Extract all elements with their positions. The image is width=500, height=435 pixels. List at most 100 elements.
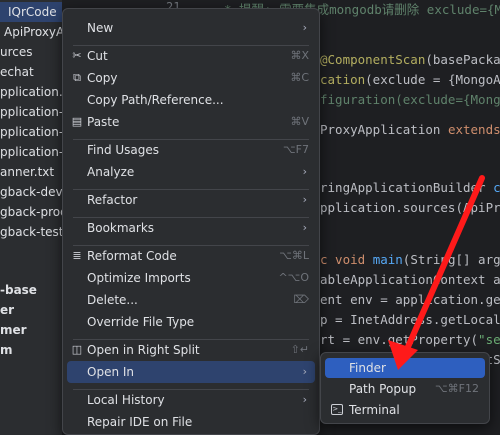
menu-cut[interactable]: ✂ Cut ⌘X bbox=[67, 45, 315, 67]
tree-item[interactable]: urces bbox=[0, 42, 33, 62]
code-token: "serve bbox=[478, 332, 500, 347]
code-token: ableApplicationContext appli bbox=[320, 272, 500, 287]
submenu-path-popup[interactable]: Path Popup ⌥⌘F12 bbox=[325, 379, 485, 399]
tree-item[interactable]: er bbox=[0, 300, 14, 320]
submenu-item-label: Finder bbox=[349, 361, 386, 375]
menu-item-label: Repair IDE on File bbox=[87, 415, 193, 429]
menu-find-usages[interactable]: Find Usages ⌥F7 bbox=[67, 139, 315, 161]
code-token: config bbox=[493, 180, 500, 195]
tree-item[interactable]: anner.txt bbox=[0, 162, 54, 182]
code-line: c void main(String[] args) t bbox=[320, 250, 500, 270]
code-token: ent env = application.getEnv bbox=[320, 292, 500, 307]
submenu-terminal[interactable]: >_ Terminal bbox=[325, 400, 485, 420]
shortcut-hint: ⌥⌘F12 bbox=[435, 382, 479, 395]
tree-item[interactable]: pplication-de bbox=[0, 102, 62, 122]
menu-item-label: Bookmarks bbox=[87, 221, 155, 235]
code-token: ProxyApplication bbox=[320, 122, 448, 137]
tree-item[interactable]: pplication.ym bbox=[0, 82, 62, 102]
menu-item-label: Open in Right Split bbox=[87, 343, 200, 357]
menu-item-label: Copy Path/Reference... bbox=[87, 93, 224, 107]
tree-item[interactable]: m bbox=[0, 340, 13, 360]
scissors-icon: ✂ bbox=[72, 49, 82, 62]
menu-copy-path[interactable]: Copy Path/Reference... bbox=[67, 89, 315, 111]
tree-item[interactable]: echat bbox=[0, 62, 34, 82]
menu-open-right-split[interactable]: ◫ Open in Right Split ⇧↵ bbox=[67, 339, 315, 361]
reformat-icon: ≣ bbox=[72, 249, 82, 262]
tree-item[interactable]: ApiProxyA bbox=[0, 22, 62, 42]
code-token: ringApplicationBuilder bbox=[320, 180, 494, 195]
chevron-right-icon: › bbox=[302, 21, 307, 34]
shortcut-hint: ⌘V bbox=[290, 115, 309, 128]
shortcut-hint: ^⌥O bbox=[278, 271, 309, 284]
chevron-right-icon: › bbox=[302, 365, 307, 378]
menu-item-label: Analyze bbox=[87, 165, 135, 179]
menu-paste[interactable]: ▤ Paste ⌘V bbox=[67, 111, 315, 133]
tree-item[interactable]: gback-test. bbox=[0, 222, 62, 242]
code-token: extends bbox=[447, 122, 500, 137]
shortcut-hint: ⇧↵ bbox=[290, 343, 309, 356]
menu-bookmarks[interactable]: Bookmarks › bbox=[67, 217, 315, 239]
code-line: ent env = application.getEnv bbox=[320, 290, 500, 310]
context-menu: New › ✂ Cut ⌘X ⧉ Copy ⌘C Copy Path/Reference... ▤… bbox=[62, 8, 320, 435]
menu-open-in[interactable]: Open In › bbox=[67, 361, 315, 383]
shortcut-hint: ⌥⌘L bbox=[279, 249, 309, 262]
chevron-right-icon: › bbox=[302, 165, 307, 178]
menu-analyze[interactable]: Analyze › bbox=[67, 161, 315, 183]
submenu-finder[interactable]: Finder bbox=[325, 358, 485, 378]
menu-override-file-type[interactable]: Override File Type bbox=[67, 311, 315, 333]
code-token: @ComponentScan bbox=[320, 52, 426, 67]
code-line: p = InetAddress.getLocalHost bbox=[320, 310, 500, 330]
code-line: cation(exclude = {MongoAutoC bbox=[320, 70, 500, 90]
chevron-right-icon: › bbox=[302, 221, 307, 234]
menu-item-label: Refactor bbox=[87, 193, 138, 207]
tree-item[interactable]: pplication-pr bbox=[0, 122, 62, 142]
menu-refactor[interactable]: Refactor › bbox=[67, 189, 315, 211]
chevron-right-icon: › bbox=[302, 393, 307, 406]
shortcut-hint: ⌥F7 bbox=[282, 143, 309, 156]
menu-local-history[interactable]: Local History › bbox=[67, 389, 315, 411]
menu-item-label: New bbox=[87, 21, 114, 35]
menu-item-label: Local History bbox=[87, 393, 165, 407]
code-token: rt = env.getProperty( bbox=[320, 332, 479, 347]
menu-repair-ide[interactable]: Repair IDE on File bbox=[67, 411, 315, 433]
code-token: p = InetAddress. bbox=[320, 312, 441, 327]
shortcut-hint: ⌘C bbox=[290, 71, 309, 84]
code-token: cation bbox=[320, 72, 366, 87]
menu-optimize-imports[interactable]: Optimize Imports ^⌥O bbox=[67, 267, 315, 289]
open-in-submenu: Finder Path Popup ⌥⌘F12 >_ Terminal bbox=[320, 352, 490, 424]
code-token: pplication.sources(ApiProxyApp bbox=[320, 200, 500, 215]
code-line: figuration(exclude={MongoAut bbox=[320, 90, 500, 110]
split-icon: ◫ bbox=[71, 343, 83, 356]
tree-item[interactable]: mer bbox=[0, 320, 27, 340]
code-line: ringApplicationBuilder config bbox=[320, 178, 500, 198]
copy-icon: ⧉ bbox=[73, 71, 81, 84]
code-line: ableApplicationContext appli bbox=[320, 270, 500, 290]
code-token: getLocalHost bbox=[440, 312, 500, 327]
shortcut-hint: ⌘X bbox=[290, 49, 309, 62]
menu-new[interactable]: New › bbox=[67, 17, 315, 39]
clipboard-icon: ▤ bbox=[71, 115, 83, 128]
menu-item-label: Override File Type bbox=[87, 315, 195, 329]
tree-item[interactable]: IQrCode bbox=[0, 2, 62, 22]
tree-item[interactable]: -base bbox=[0, 280, 37, 300]
tree-item[interactable]: gback-dev.x bbox=[0, 182, 62, 202]
tree-item[interactable]: gback-prod bbox=[0, 202, 62, 222]
terminal-icon: >_ bbox=[331, 404, 343, 415]
submenu-item-label: Terminal bbox=[349, 403, 400, 417]
chevron-right-icon: › bbox=[302, 193, 307, 206]
code-line: rt = env.getProperty("serve bbox=[320, 330, 500, 350]
menu-item-label: Reformat Code bbox=[87, 249, 177, 263]
code-token: (String[] args) t bbox=[402, 252, 500, 267]
menu-reformat-code[interactable]: ≣ Reformat Code ⌥⌘L bbox=[67, 245, 315, 267]
menu-item-label: Cut bbox=[87, 49, 108, 63]
project-tree-panel: IQrCodeApiProxyAurcesechatpplication.ymp… bbox=[0, 0, 62, 435]
code-line: pplication.sources(ApiProxyApp bbox=[320, 198, 500, 218]
menu-item-label: Open In bbox=[87, 365, 135, 379]
menu-delete[interactable]: Delete... ⌦ bbox=[67, 289, 315, 311]
code-token: c void bbox=[320, 252, 373, 267]
tree-item[interactable]: pplication-te bbox=[0, 142, 62, 162]
submenu-item-label: Path Popup bbox=[349, 382, 417, 396]
menu-copy[interactable]: ⧉ Copy ⌘C bbox=[67, 67, 315, 89]
code-line: @ComponentScan(basePackages bbox=[320, 50, 500, 70]
code-token: (basePackages bbox=[425, 52, 500, 67]
